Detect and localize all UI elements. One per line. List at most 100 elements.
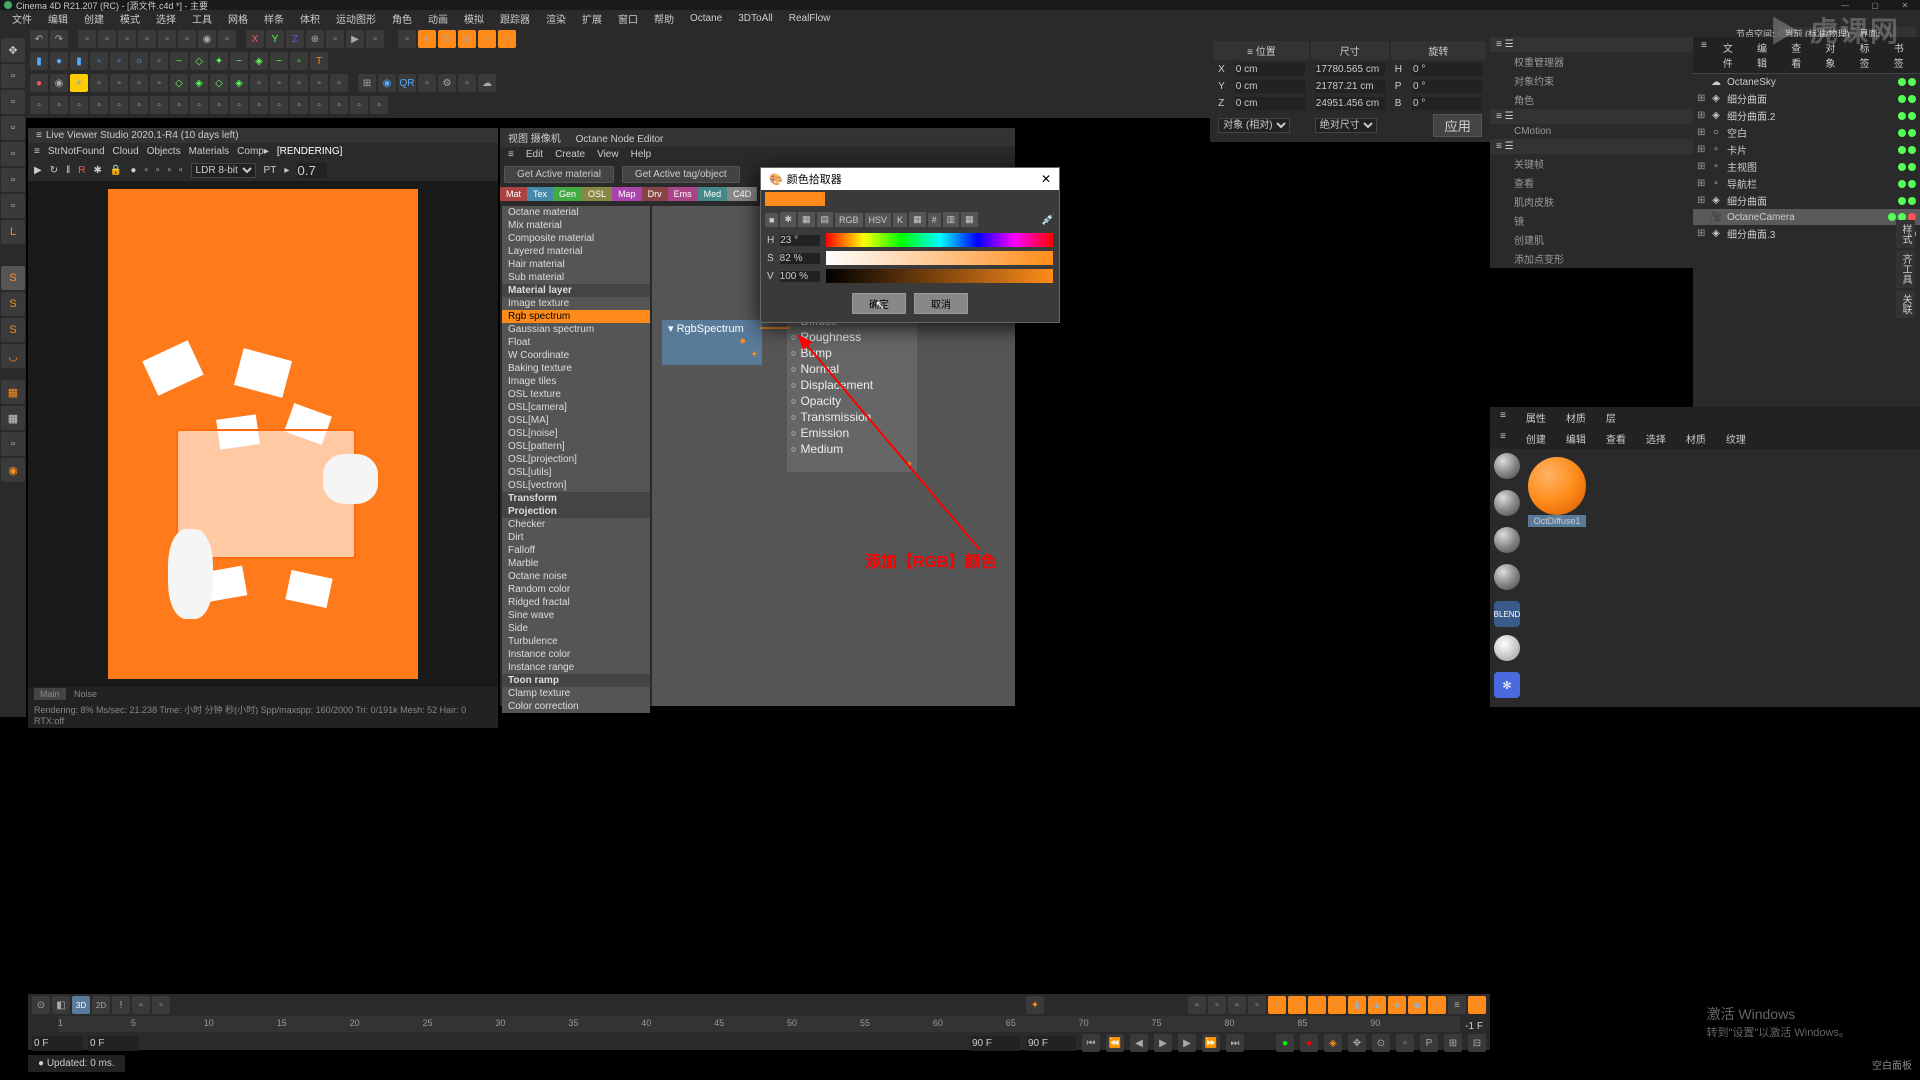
node-list-item[interactable]: Sub material xyxy=(502,271,650,284)
s-tool-icon[interactable]: S xyxy=(1,266,25,290)
object-row[interactable]: ⊞◈细分曲面 xyxy=(1693,192,1920,209)
effect-icon[interactable]: ▫ xyxy=(90,74,108,92)
mod-icon[interactable]: ▫ xyxy=(310,96,328,114)
close-button[interactable]: ✕ xyxy=(1890,0,1920,10)
lock-icon[interactable]: 🔒 xyxy=(110,165,122,176)
expand-icon[interactable]: ⊞ xyxy=(1697,161,1709,172)
menu-文件[interactable]: 文件 xyxy=(4,11,40,26)
expand-icon[interactable]: ✦ xyxy=(662,337,762,365)
minimize-button[interactable]: — xyxy=(1830,0,1860,10)
menu-跟踪器[interactable]: 跟踪器 xyxy=(492,11,538,26)
effect-icon[interactable]: ▫ xyxy=(250,74,268,92)
tl-icon[interactable]: ▫ xyxy=(1208,996,1226,1014)
menu-窗口[interactable]: 窗口 xyxy=(610,11,646,26)
mod-icon[interactable]: ▫ xyxy=(70,96,88,114)
prim-icon[interactable]: ▫ xyxy=(150,52,168,70)
menu-样条[interactable]: 样条 xyxy=(256,11,292,26)
value-input[interactable] xyxy=(297,163,327,178)
blend-icon[interactable]: BLEND xyxy=(1494,601,1520,627)
tool-icon[interactable]: ▫ xyxy=(138,30,156,48)
tool-icon[interactable]: ⊕ xyxy=(306,30,324,48)
spline-icon[interactable]: ◈ xyxy=(250,52,268,70)
rgb-spectrum-node[interactable]: ▾ RgbSpectrum ● ✦ xyxy=(662,320,762,365)
node-list-item[interactable]: Sine wave xyxy=(502,609,650,622)
spline-icon[interactable]: ~ xyxy=(270,52,288,70)
octane-icon[interactable]: ◐ xyxy=(418,30,436,48)
vis-dot[interactable] xyxy=(1908,146,1916,154)
node-list-item[interactable]: Dirt xyxy=(502,531,650,544)
coord-mode-select[interactable]: 对象 (相对) xyxy=(1218,118,1290,133)
tool-icon[interactable]: ▦ xyxy=(1,406,25,430)
node-list-item[interactable]: OSL[camera] xyxy=(502,401,650,414)
color-mode-button[interactable]: HSV xyxy=(865,213,892,227)
rot-B-input[interactable] xyxy=(1412,97,1482,110)
refresh-icon[interactable]: ↻ xyxy=(50,165,58,176)
tl-icon[interactable]: ● xyxy=(1388,996,1406,1014)
mod-icon[interactable]: ▫ xyxy=(210,96,228,114)
nav-item[interactable]: CMotion xyxy=(1490,124,1693,139)
spline-icon[interactable]: ~ xyxy=(230,52,248,70)
key-icon[interactable]: ⊟ xyxy=(1468,1034,1486,1052)
mod-icon[interactable]: ▫ xyxy=(30,96,48,114)
node-list-item[interactable]: Rgb spectrum xyxy=(502,310,650,323)
node-list-item[interactable]: Hair material xyxy=(502,258,650,271)
menu-Octane[interactable]: Octane xyxy=(682,13,730,24)
octane-icon[interactable]: ▫ xyxy=(478,30,496,48)
vis-dot[interactable] xyxy=(1898,146,1906,154)
tab-noise[interactable]: Noise xyxy=(68,688,103,700)
tool-icon[interactable]: ▫ xyxy=(1,116,25,140)
V-slider[interactable] xyxy=(826,269,1053,283)
tool-icon[interactable]: ▫ xyxy=(167,165,171,176)
mat-preset-icon[interactable] xyxy=(1494,564,1520,590)
tool-icon[interactable]: ◡ xyxy=(1,344,25,368)
effect-icon[interactable]: ◇ xyxy=(210,74,228,92)
H-input[interactable] xyxy=(780,235,820,246)
tool-icon[interactable]: ▫ xyxy=(1,432,25,456)
tl-icon[interactable]: ▮ xyxy=(1348,996,1366,1014)
effect-icon[interactable]: ▫ xyxy=(458,74,476,92)
node-port-roughness[interactable]: Roughness xyxy=(787,329,917,345)
material-item[interactable]: OctDiffuse1 xyxy=(1528,457,1586,527)
tool-icon[interactable]: ▫ xyxy=(1,194,25,218)
V-input[interactable] xyxy=(780,271,820,282)
menu-模拟[interactable]: 模拟 xyxy=(456,11,492,26)
object-row[interactable]: ⊞◈细分曲面.3 xyxy=(1693,225,1920,242)
tab-文件[interactable]: 文件 xyxy=(1715,37,1749,73)
key-icon[interactable]: ✥ xyxy=(1348,1034,1366,1052)
side-tool[interactable]: 关联 xyxy=(1896,290,1915,318)
mod-icon[interactable]: ▫ xyxy=(130,96,148,114)
x-axis-icon[interactable]: X xyxy=(246,30,264,48)
mod-icon[interactable]: ▫ xyxy=(290,96,308,114)
tool-icon[interactable]: ▫ xyxy=(98,30,116,48)
mod-icon[interactable]: ▫ xyxy=(110,96,128,114)
node-list-item[interactable]: Octane noise xyxy=(502,570,650,583)
expand-icon[interactable]: ⊞ xyxy=(1697,110,1709,121)
node-tab-Gen[interactable]: Gen xyxy=(553,187,582,201)
object-row[interactable]: ⊞▫主视图 xyxy=(1693,158,1920,175)
vis-dot[interactable] xyxy=(1898,95,1906,103)
object-row[interactable]: ⊞▫卡片 xyxy=(1693,141,1920,158)
size-Y-input[interactable] xyxy=(1315,80,1385,93)
effect-icon[interactable]: ▫ xyxy=(418,74,436,92)
tl-icon[interactable]: ◧ xyxy=(52,996,70,1014)
spline-icon[interactable]: ✦ xyxy=(210,52,228,70)
effect-icon[interactable]: ◈ xyxy=(230,74,248,92)
nav-item[interactable]: 对象约束 xyxy=(1490,71,1693,90)
node-list-item[interactable]: Random color xyxy=(502,583,650,596)
pos-Z-input[interactable] xyxy=(1235,97,1305,110)
vis-dot[interactable] xyxy=(1898,129,1906,137)
tool-icon[interactable]: ▫ xyxy=(178,30,196,48)
node-list-item[interactable]: OSL[MA] xyxy=(502,414,650,427)
nav-item[interactable]: 角色 xyxy=(1490,90,1693,109)
node-list-item[interactable]: Falloff xyxy=(502,544,650,557)
node-list-item[interactable]: OSL[pattern] xyxy=(502,440,650,453)
prev-key-icon[interactable]: ⏪ xyxy=(1106,1034,1124,1052)
cancel-button[interactable]: 取消 xyxy=(914,293,968,314)
node-list-item[interactable]: Instance range xyxy=(502,661,650,674)
cloud-icon[interactable]: ☁ xyxy=(478,74,496,92)
menu-运动图形[interactable]: 运动图形 xyxy=(328,11,384,26)
mat-preset-icon[interactable] xyxy=(1494,527,1520,553)
tab-layer[interactable]: 层 xyxy=(1596,407,1626,428)
close-icon[interactable]: ✕ xyxy=(1041,172,1051,186)
tl-icon[interactable]: ▫ xyxy=(1268,996,1286,1014)
